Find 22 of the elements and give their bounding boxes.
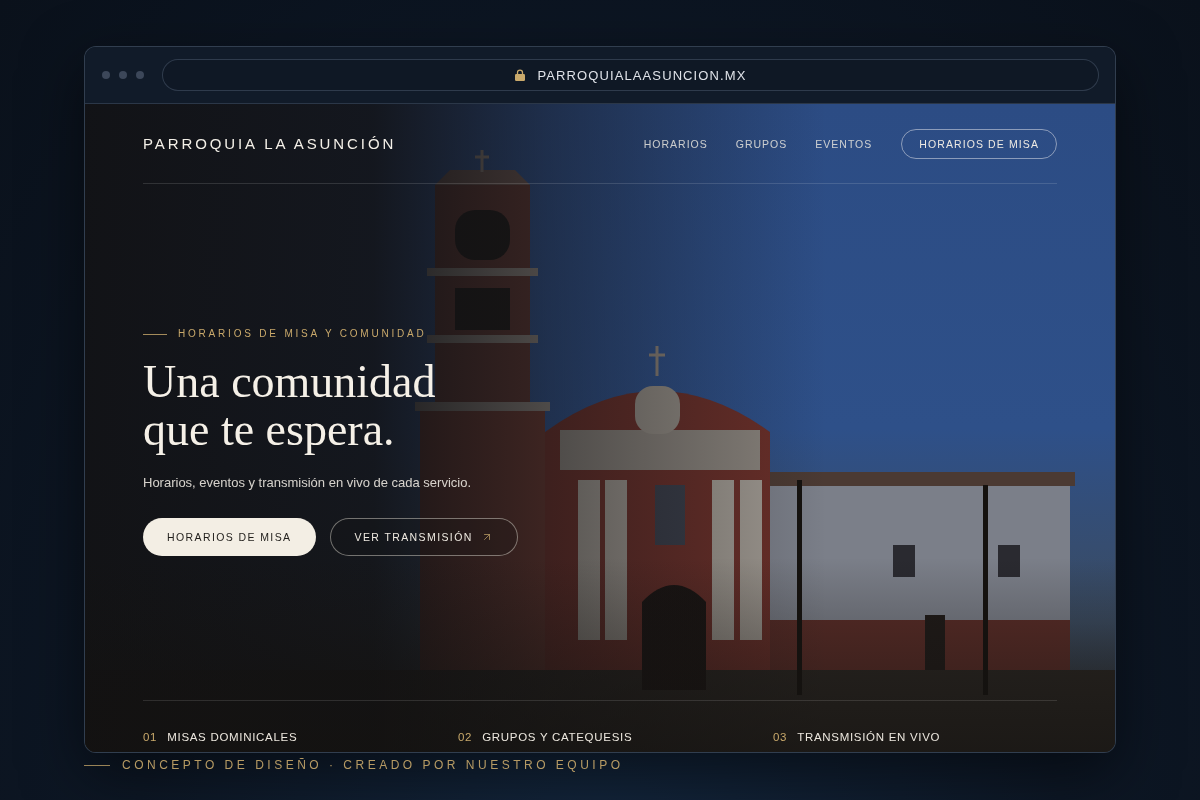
lock-icon bbox=[514, 69, 525, 81]
url-field[interactable]: PARROQUIALAASUNCION.MX bbox=[162, 59, 1099, 91]
window-dot-icon[interactable] bbox=[119, 71, 127, 79]
hero-heading: Una comunidad que te espera. bbox=[143, 358, 437, 454]
window-dot-icon[interactable] bbox=[102, 71, 110, 79]
primary-button[interactable]: HORARIOS DE MISA bbox=[143, 518, 316, 556]
url-text: PARROQUIALAASUNCION.MX bbox=[537, 67, 747, 83]
nav-link[interactable]: EVENTOS bbox=[815, 137, 873, 150]
site-title[interactable]: PARROQUIA LA ASUNCIÓN bbox=[143, 135, 397, 152]
hero-subtitle: Horarios, eventos y transmisión en vivo de cada servicio. bbox=[143, 474, 472, 492]
feature-number: 02 bbox=[458, 729, 473, 745]
feature-label: MISAS DOMINICALES bbox=[167, 729, 298, 745]
eyebrow-text: HORARIOS DE MISA Y COMUNIDAD bbox=[178, 327, 427, 341]
nav-link[interactable]: HORARIOS bbox=[643, 137, 708, 150]
feature-number: 01 bbox=[143, 729, 158, 745]
nav-link[interactable]: GRUPOS bbox=[735, 137, 788, 150]
secondary-button[interactable]: VER TRANSMISIÓN bbox=[329, 518, 518, 556]
caption-text: CONCEPTO DE DISEÑO · CREADO POR NUESTRO EQUIPO bbox=[122, 758, 624, 772]
feature-number: 03 bbox=[773, 729, 788, 745]
feature-label: GRUPOS Y CATEQUESIS bbox=[482, 729, 633, 745]
feature-label: TRANSMISIÓN EN VIVO bbox=[797, 729, 941, 745]
window-dot-icon[interactable] bbox=[136, 71, 144, 79]
